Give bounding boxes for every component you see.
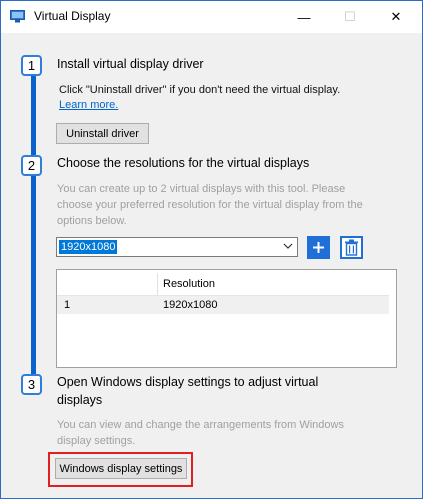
step-2-description-line-3: options below.	[57, 215, 127, 227]
table-header: Resolution	[57, 273, 389, 296]
delete-resolution-button[interactable]	[340, 236, 363, 259]
step-1-badge: 1	[21, 55, 42, 76]
step-3-description-line-2: display settings.	[57, 435, 136, 447]
step-progress-rail	[31, 71, 36, 383]
resolutions-table: Resolution 1 1920x1080	[56, 269, 397, 368]
close-icon: ✕	[390, 9, 402, 24]
learn-more-link[interactable]: Learn more.	[59, 99, 118, 111]
step-3-badge: 3	[21, 374, 42, 395]
maximize-icon: ☐	[344, 9, 356, 24]
learn-more-wrapper: Learn more.	[59, 98, 118, 113]
step-2-description-line-2: choose your preferred resolution for the…	[57, 199, 363, 211]
uninstall-driver-button[interactable]: Uninstall driver	[56, 123, 149, 144]
resolution-dropdown-value: 1920x1080	[59, 240, 118, 254]
step-2-badge: 2	[21, 155, 42, 176]
row-index: 1	[64, 299, 71, 311]
step-1-description: Click "Uninstall driver" if you don't ne…	[59, 84, 341, 96]
row-resolution: 1920x1080	[163, 299, 218, 311]
add-resolution-button[interactable]	[307, 236, 330, 259]
step-3-heading-line-2: displays	[57, 393, 103, 407]
plus-icon	[313, 242, 324, 253]
trash-icon	[345, 239, 358, 256]
column-header-resolution: Resolution	[163, 278, 215, 290]
display-app-icon	[10, 10, 25, 23]
table-row[interactable]: 1 1920x1080	[57, 296, 389, 314]
step-1-heading: Install virtual display driver	[57, 57, 204, 71]
step-3-description-line-1: You can view and change the arrangements…	[57, 419, 344, 431]
column-divider	[157, 273, 158, 295]
minimize-icon: —	[297, 9, 311, 25]
virtual-display-window: Virtual Display — ☐ ✕ 1 Install virtual …	[0, 0, 423, 499]
maximize-button[interactable]: ☐	[327, 1, 373, 33]
step-2-heading: Choose the resolutions for the virtual d…	[57, 156, 310, 170]
step-3-heading-line-1: Open Windows display settings to adjust …	[57, 375, 319, 389]
windows-display-settings-button[interactable]: Windows display settings	[55, 458, 187, 479]
chevron-down-icon	[283, 243, 293, 249]
step-2-description-line-1: You can create up to 2 virtual displays …	[57, 183, 346, 195]
close-button[interactable]: ✕	[373, 1, 419, 33]
title-bar: Virtual Display — ☐ ✕	[1, 1, 422, 33]
window-title: Virtual Display	[34, 9, 111, 23]
resolution-dropdown[interactable]: 1920x1080	[56, 237, 298, 257]
minimize-button[interactable]: —	[281, 1, 327, 33]
